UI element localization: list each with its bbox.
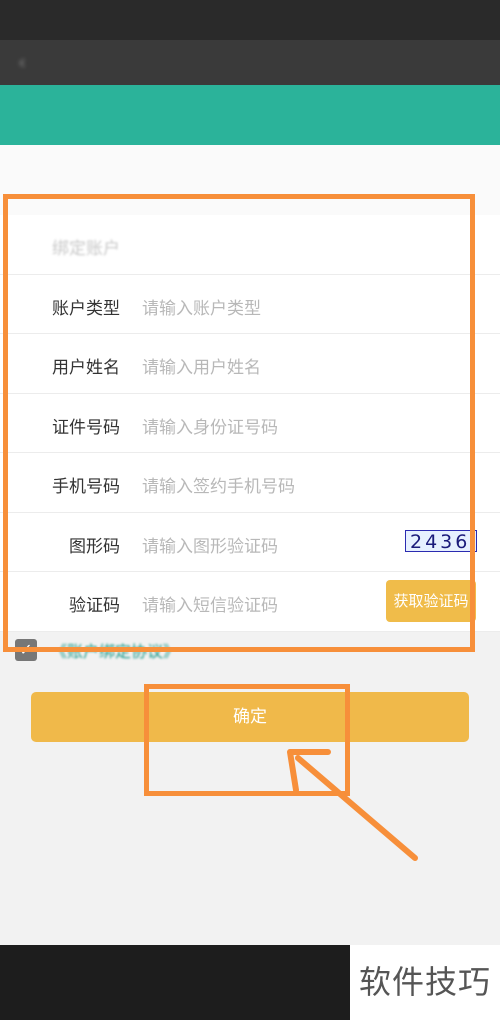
watermark: 软件技巧: [350, 945, 500, 1020]
pointer-arrow-icon: [287, 749, 418, 861]
